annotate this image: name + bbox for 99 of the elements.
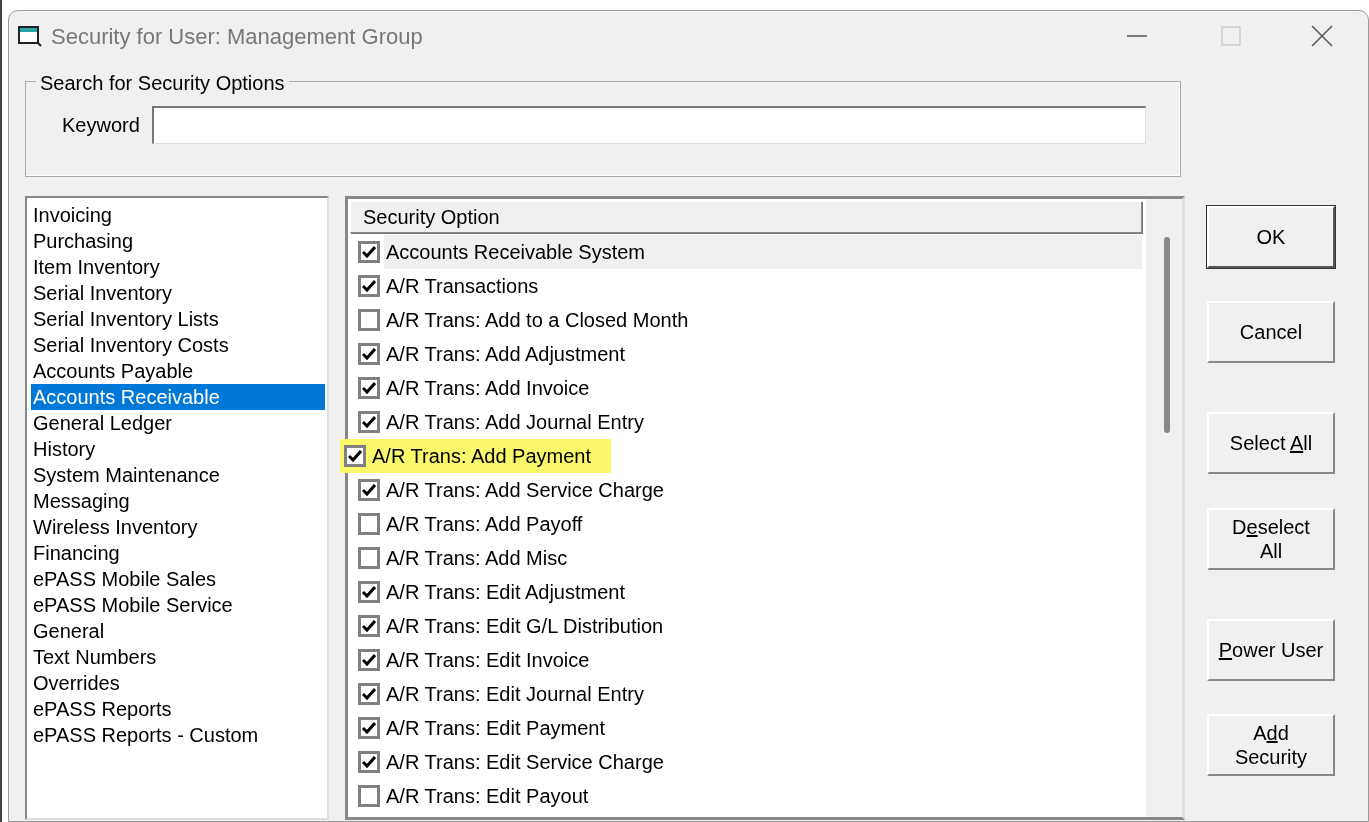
checkmark-icon — [362, 246, 376, 258]
option-label: A/R Trans: Edit Payout — [386, 784, 589, 809]
checkmark-icon — [362, 416, 376, 428]
checkmark-icon — [362, 382, 376, 394]
checkbox[interactable] — [358, 309, 380, 331]
option-row[interactable]: A/R Trans: Add Invoice — [348, 371, 1142, 405]
category-item[interactable]: Accounts Payable — [31, 358, 325, 384]
option-label: A/R Trans: Add Journal Entry — [386, 410, 644, 435]
option-row[interactable]: A/R Trans: Edit G/L Distribution — [348, 609, 1142, 643]
power-user-button[interactable]: Power User — [1207, 619, 1335, 681]
option-label: A/R Trans: Add Payment — [372, 444, 591, 469]
option-row[interactable]: A/R Trans: Edit Service Charge — [348, 745, 1142, 779]
option-row[interactable]: A/R Trans: Edit Payout — [348, 779, 1142, 813]
checkbox[interactable] — [358, 411, 380, 433]
column-header[interactable]: Security Option — [350, 201, 1142, 233]
checkbox[interactable] — [358, 649, 380, 671]
category-item[interactable]: ePASS Reports - Custom — [31, 722, 325, 748]
checkbox[interactable] — [358, 717, 380, 739]
option-label: A/R Trans: Add Payoff — [386, 512, 583, 537]
category-item[interactable]: Accounts Receivable — [31, 384, 325, 410]
app-icon — [17, 25, 43, 47]
scrollbar-thumb[interactable] — [1164, 237, 1170, 433]
category-item[interactable]: System Maintenance — [31, 462, 325, 488]
minimize-icon[interactable] — [1127, 34, 1147, 38]
checkbox[interactable] — [358, 377, 380, 399]
checkmark-icon — [362, 348, 376, 360]
checkmark-icon — [362, 756, 376, 768]
option-label: A/R Trans: Edit Service Charge — [386, 750, 664, 775]
checkmark-icon — [362, 654, 376, 666]
checkbox[interactable] — [358, 751, 380, 773]
option-row[interactable]: A/R Trans: Add Payment — [348, 439, 1142, 473]
option-label: A/R Trans: Edit Journal Entry — [386, 682, 644, 707]
category-item[interactable]: Text Numbers — [31, 644, 325, 670]
category-item[interactable]: Messaging — [31, 488, 325, 514]
option-label: Accounts Receivable System — [386, 240, 645, 265]
category-item[interactable]: Invoicing — [31, 202, 325, 228]
checkmark-icon — [362, 586, 376, 598]
window-title: Security for User: Management Group — [51, 22, 423, 51]
category-item[interactable]: Serial Inventory Lists — [31, 306, 325, 332]
checkmark-icon — [362, 280, 376, 292]
option-label: A/R Trans: Add Misc — [386, 546, 568, 571]
checkbox[interactable] — [358, 683, 380, 705]
category-item[interactable]: Item Inventory — [31, 254, 325, 280]
option-label: A/R Trans: Add Adjustment — [386, 342, 625, 367]
checkbox[interactable] — [358, 581, 380, 603]
close-icon[interactable] — [1311, 25, 1333, 47]
category-item[interactable]: Overrides — [31, 670, 325, 696]
checkmark-icon — [362, 620, 376, 632]
checkbox[interactable] — [358, 275, 380, 297]
checkmark-icon — [362, 722, 376, 734]
checkbox[interactable] — [344, 445, 366, 467]
select-all-button[interactable]: Select All — [1207, 412, 1335, 474]
option-label: A/R Trans: Edit Adjustment — [386, 580, 625, 605]
category-item[interactable]: General — [31, 618, 325, 644]
option-label: A/R Trans: Add to a Closed Month — [386, 308, 689, 333]
category-item[interactable]: Serial Inventory Costs — [31, 332, 325, 358]
option-label: A/R Trans: Edit Invoice — [386, 648, 590, 673]
category-item[interactable]: Purchasing — [31, 228, 325, 254]
option-row[interactable]: A/R Transactions — [348, 269, 1142, 303]
checkbox[interactable] — [358, 479, 380, 501]
category-item[interactable]: ePASS Mobile Service — [31, 592, 325, 618]
category-item[interactable]: Serial Inventory — [31, 280, 325, 306]
category-item[interactable]: General Ledger — [31, 410, 325, 436]
option-label: A/R Trans: Edit Payment — [386, 716, 605, 741]
checkbox[interactable] — [358, 615, 380, 637]
checkmark-icon — [348, 450, 362, 462]
option-row[interactable]: A/R Trans: Edit Payment — [348, 711, 1142, 745]
category-item[interactable]: History — [31, 436, 325, 462]
option-row[interactable]: A/R Trans: Add to a Closed Month — [348, 303, 1142, 337]
cancel-button[interactable]: Cancel — [1207, 301, 1335, 363]
option-label: A/R Transactions — [386, 274, 539, 299]
add-security-button[interactable]: Add Security — [1207, 714, 1335, 776]
category-item[interactable]: ePASS Reports — [31, 696, 325, 722]
checkbox[interactable] — [358, 513, 380, 535]
maximize-icon — [1221, 26, 1241, 46]
option-row[interactable]: A/R Trans: Add Journal Entry — [348, 405, 1142, 439]
option-row[interactable]: A/R Trans: Add Payoff — [348, 507, 1142, 541]
checkbox[interactable] — [358, 785, 380, 807]
category-item[interactable]: Wireless Inventory — [31, 514, 325, 540]
option-label: A/R Trans: Edit G/L Distribution — [386, 614, 664, 639]
option-row[interactable]: A/R Trans: Edit Adjustment — [348, 575, 1142, 609]
option-row[interactable]: A/R Trans: Add Misc — [348, 541, 1142, 575]
category-item[interactable]: ePASS Mobile Sales — [31, 566, 325, 592]
option-row[interactable]: A/R Trans: Edit Journal Entry — [348, 677, 1142, 711]
deselect-all-button[interactable]: Deselect All — [1207, 508, 1335, 570]
checkbox[interactable] — [358, 241, 380, 263]
option-label: A/R Trans: Add Service Charge — [386, 478, 664, 503]
ok-button[interactable]: OK — [1207, 206, 1335, 268]
checkbox[interactable] — [358, 343, 380, 365]
keyword-field[interactable] — [151, 106, 1146, 144]
checkbox[interactable] — [358, 547, 380, 569]
option-row[interactable]: A/R Trans: Add Adjustment — [348, 337, 1142, 371]
option-row[interactable]: A/R Trans: Edit Invoice — [348, 643, 1142, 677]
option-label: A/R Trans: Add Invoice — [386, 376, 590, 401]
option-row[interactable]: A/R Trans: Add Service Charge — [348, 473, 1142, 507]
category-item[interactable]: Financing — [31, 540, 325, 566]
checkmark-icon — [362, 484, 376, 496]
keyword-label: Keyword — [62, 113, 140, 138]
checkmark-icon — [362, 688, 376, 700]
